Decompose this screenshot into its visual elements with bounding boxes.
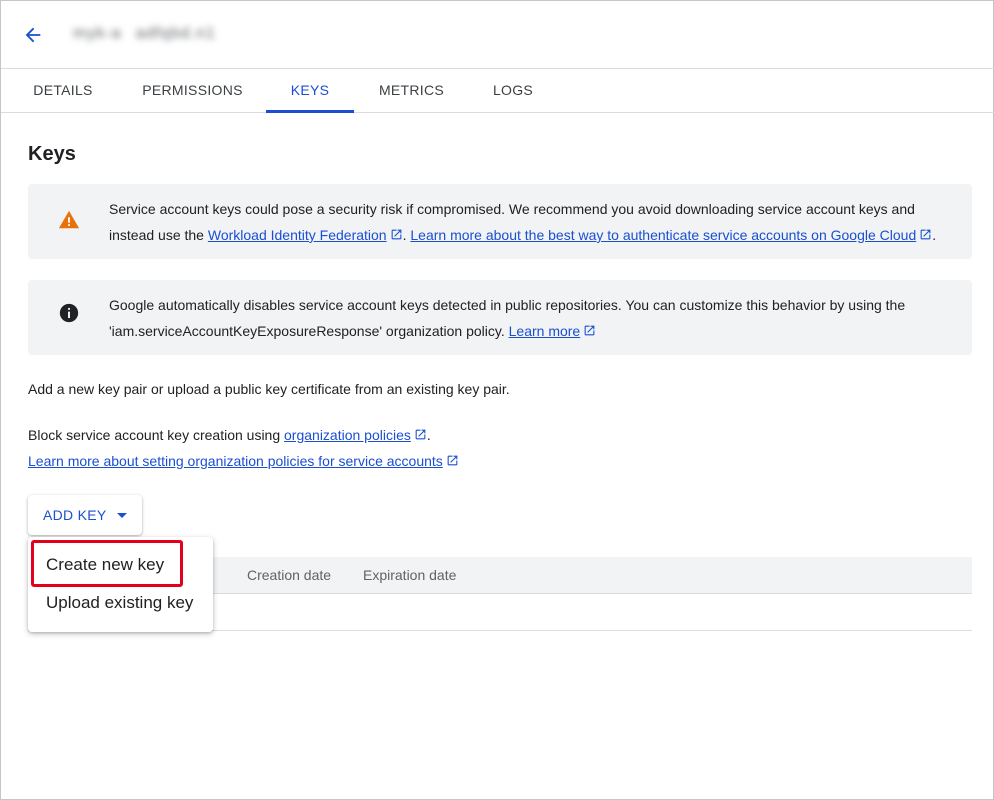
column-expiration-date[interactable]: Expiration date [363, 557, 456, 594]
block-key-creation-text: Block service account key creation using… [28, 422, 459, 474]
warning-text: Service account keys could pose a securi… [109, 196, 952, 248]
arrow-drop-down-icon [116, 512, 127, 518]
external-link-icon [391, 229, 401, 240]
block-text-before: Block service account key creation using [28, 427, 285, 443]
back-button[interactable] [15, 17, 51, 53]
add-key-dropdown-menu: Create new key Upload existing key [28, 537, 213, 632]
tab-permissions[interactable]: PERMISSIONS [136, 69, 249, 113]
info-text-body: Google automatically disables service ac… [109, 297, 906, 339]
warning-banner: Service account keys could pose a securi… [28, 184, 972, 259]
page-title: Keys [28, 143, 76, 165]
add-key-label: ADD KEY [43, 507, 107, 523]
info-banner: Google automatically disables service ac… [28, 280, 972, 355]
authenticate-learn-more-link[interactable]: Learn more about the best way to authent… [410, 227, 916, 243]
page-header: myk-a adfqbd.n1 [1, 1, 994, 69]
org-policies-learn-more-link[interactable]: Learn more about setting organization po… [28, 453, 443, 469]
title-part-2: adfqbd.n1 [135, 25, 216, 42]
tab-bar: DETAILS PERMISSIONS KEYS METRICS LOGS [1, 69, 994, 113]
tab-keys[interactable]: KEYS [266, 69, 354, 113]
block-text-after: . [426, 427, 431, 443]
external-link-icon [415, 429, 426, 440]
info-icon [59, 303, 79, 323]
external-link-icon [447, 455, 458, 466]
organization-policies-link[interactable]: organization policies [284, 427, 411, 443]
info-learn-more-link[interactable]: Learn more [509, 323, 581, 339]
warning-icon [58, 210, 80, 229]
warning-text-end: . [932, 227, 937, 243]
add-key-button[interactable]: ADD KEY [28, 495, 142, 535]
tab-logs[interactable]: LOGS [485, 69, 541, 113]
workload-identity-link[interactable]: Workload Identity Federation [208, 227, 387, 243]
title-part-1: myk-a [73, 25, 122, 42]
tab-details[interactable]: DETAILS [25, 69, 101, 113]
menu-item-create-new-key[interactable]: Create new key [46, 555, 164, 575]
info-text: Google automatically disables service ac… [109, 292, 952, 344]
column-creation-date[interactable]: Creation date [247, 557, 331, 594]
intro-text: Add a new key pair or upload a public ke… [28, 381, 510, 397]
external-link-icon [920, 229, 931, 240]
menu-item-upload-existing-key[interactable]: Upload existing key [46, 593, 193, 613]
tab-metrics[interactable]: METRICS [371, 69, 452, 113]
arrow-back-icon [25, 27, 41, 43]
external-link-icon [584, 325, 595, 336]
service-account-title: myk-a adfqbd.n1 [73, 23, 216, 45]
window-frame: myk-a adfqbd.n1 DETAILS PERMISSIONS KEYS… [0, 0, 994, 800]
